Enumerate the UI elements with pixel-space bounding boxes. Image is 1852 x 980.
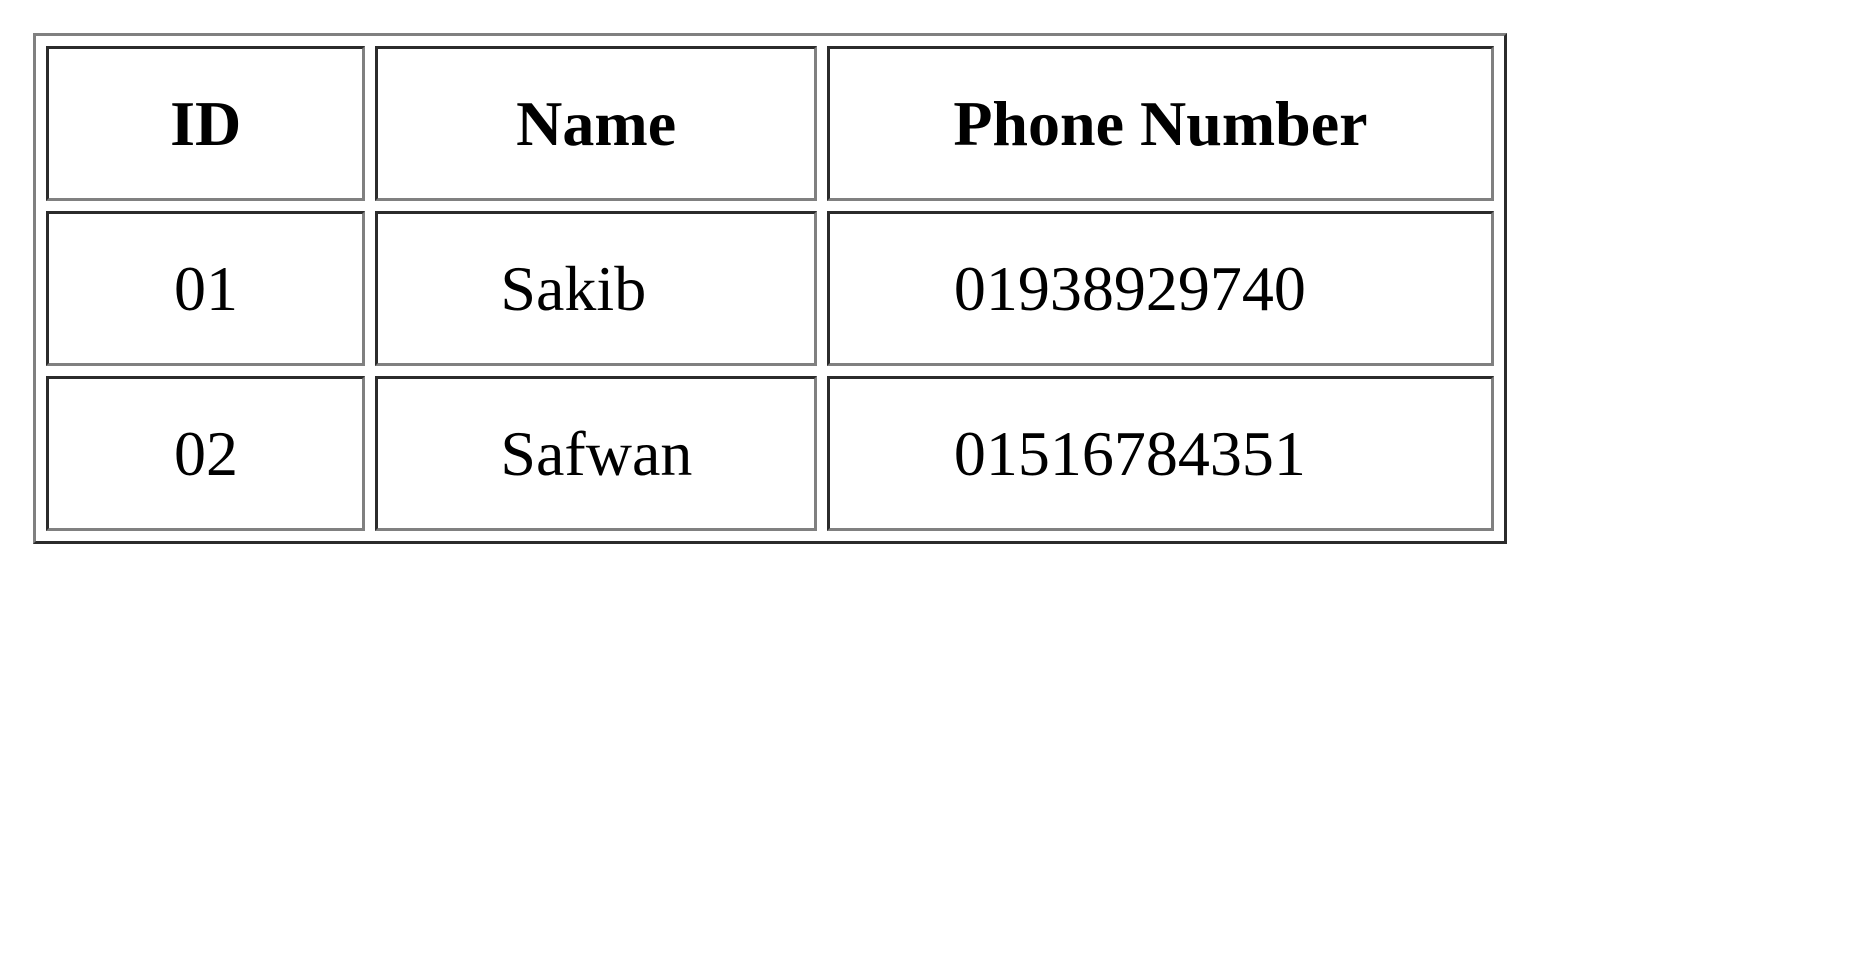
cell-id: 02 [46, 376, 366, 531]
table-row: 02 Safwan 01516784351 [46, 376, 1494, 531]
cell-phone-number: 01938929740 [826, 211, 1494, 366]
header-name: Name [375, 46, 817, 201]
contacts-table: ID Name Phone Number 01 Sakib 0193892974… [33, 33, 1507, 544]
header-id: ID [46, 46, 366, 201]
cell-id: 01 [46, 211, 366, 366]
table-row: 01 Sakib 01938929740 [46, 211, 1494, 366]
cell-name: Safwan [375, 376, 817, 531]
cell-phone-number: 01516784351 [826, 376, 1494, 531]
cell-name: Sakib [375, 211, 817, 366]
table-header-row: ID Name Phone Number [46, 46, 1494, 201]
header-phone-number: Phone Number [826, 46, 1494, 201]
